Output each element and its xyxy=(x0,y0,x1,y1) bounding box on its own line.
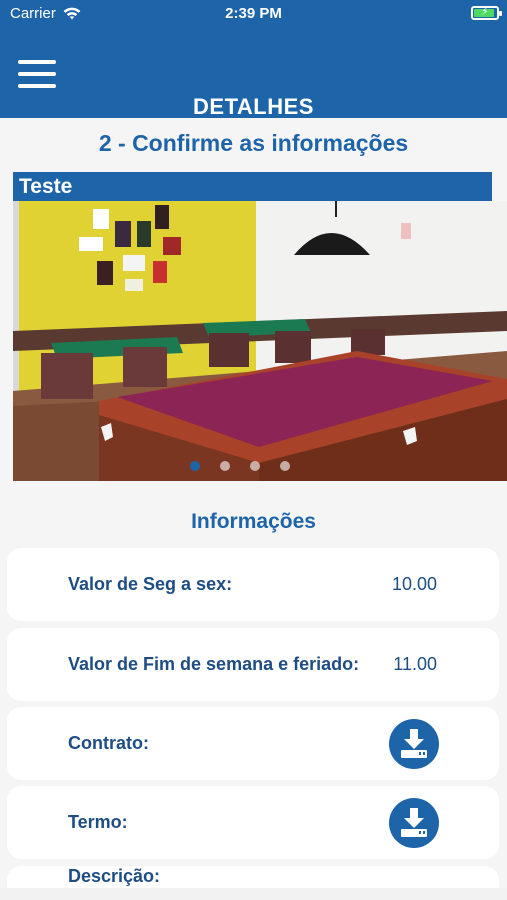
step-title: 2 - Confirme as informações xyxy=(98,130,409,156)
main-content: 2 - Confirme as informações Teste Inform… xyxy=(0,118,507,888)
contract-label: Contrato: xyxy=(68,733,149,753)
carousel-pagination xyxy=(13,461,507,471)
space-name-bar: Teste xyxy=(13,172,492,201)
term-download-button[interactable] xyxy=(389,798,439,848)
battery-icon: ⚡ xyxy=(471,6,502,20)
description-card: Descrição: xyxy=(7,866,499,888)
contract-card: Contrato: xyxy=(7,707,499,780)
weekend-price-value: 11.00 xyxy=(393,654,437,674)
info-section-title: Informações xyxy=(191,510,316,533)
carousel-dot[interactable] xyxy=(190,461,200,471)
page-title: DETALHES xyxy=(193,94,314,119)
contract-download-button[interactable] xyxy=(389,719,439,769)
download-icon xyxy=(401,808,427,837)
term-card: Termo: xyxy=(7,786,499,859)
space-photo xyxy=(13,201,507,481)
description-label: Descrição: xyxy=(68,866,161,886)
carousel-dot[interactable] xyxy=(250,461,260,471)
carousel-dot[interactable] xyxy=(280,461,290,471)
term-label: Termo: xyxy=(68,812,128,832)
weekday-price-card: Valor de Seg a sex: 10.00 xyxy=(7,548,499,621)
status-bar: Carrier 2:39 PM ⚡ xyxy=(0,0,507,30)
weekend-price-label: Valor de Fim de semana e feriado: xyxy=(68,654,360,674)
weekday-price-value: 10.00 xyxy=(391,574,437,594)
space-photo-carousel[interactable] xyxy=(13,201,507,481)
download-icon xyxy=(401,729,427,758)
clock: 2:39 PM xyxy=(225,5,282,22)
carousel-dot[interactable] xyxy=(220,461,230,471)
hamburger-icon[interactable] xyxy=(18,60,56,88)
weekday-price-label: Valor de Seg a sex: xyxy=(68,574,233,594)
app-header: Carrier 2:39 PM ⚡ DETALHES xyxy=(0,0,507,119)
weekend-price-card: Valor de Fim de semana e feriado: 11.00 xyxy=(7,628,499,701)
